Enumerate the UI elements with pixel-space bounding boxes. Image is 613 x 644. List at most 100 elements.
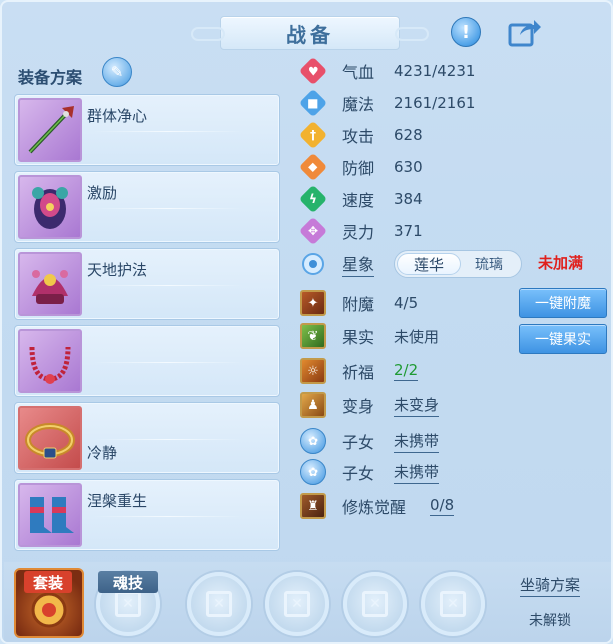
belt-icon: [25, 423, 75, 459]
armor-slot[interactable]: [18, 175, 82, 239]
lock-icon: ✕: [115, 591, 141, 617]
stat-label: 魔法: [342, 95, 375, 114]
blessing-icon: ☼: [300, 358, 326, 384]
stat-attack: † 攻击 628: [298, 120, 500, 150]
exclamation-icon: !: [451, 17, 481, 47]
staff-icon: [28, 106, 74, 154]
stat-value[interactable]: 2/2: [394, 361, 419, 381]
stat-label: 果实: [342, 328, 375, 347]
stat-label: 气血: [342, 63, 375, 82]
stat-label: 子女: [342, 464, 375, 483]
equip-name: 群体净心: [87, 107, 148, 125]
constellation-status: 未加满: [538, 254, 584, 272]
equip-slot-belt[interactable]: 冷静: [14, 402, 280, 474]
stat-value: 371: [394, 222, 423, 240]
necklace-slot[interactable]: [18, 329, 82, 393]
sword-icon: †: [298, 120, 328, 150]
equip-slot-armor[interactable]: 激励: [14, 171, 280, 243]
equip-name: 冷静: [87, 444, 118, 462]
equip-slot-weapon[interactable]: 群体净心: [14, 94, 280, 166]
locked-slot[interactable]: ✕: [343, 572, 407, 636]
shield-icon: ◆: [298, 152, 328, 182]
boots-slot[interactable]: [18, 483, 82, 547]
constellation-toggle[interactable]: 莲华 琉璃: [394, 250, 522, 278]
mount-scheme-link[interactable]: 坐骑方案: [520, 574, 581, 597]
edit-scheme-button[interactable]: ✎: [102, 57, 132, 87]
stat-value: 2161/2161: [394, 94, 476, 112]
one-click-fruit-button[interactable]: 一键果实: [519, 324, 607, 354]
stat-value: 4231/4231: [394, 62, 476, 80]
stat-value: 384: [394, 190, 423, 208]
mana-icon: ■: [298, 88, 328, 118]
divider: [93, 208, 243, 209]
equip-slot-boots[interactable]: 涅槃重生: [14, 479, 280, 551]
share-button[interactable]: [508, 15, 542, 49]
belt-slot[interactable]: [18, 406, 82, 470]
stat-label: 灵力: [342, 223, 375, 242]
equip-name: 激励: [87, 184, 118, 202]
toggle-option-glaze[interactable]: 琉璃: [461, 253, 517, 275]
soul-skill-label: 魂技: [98, 571, 158, 593]
stat-value[interactable]: 未携带: [394, 430, 440, 453]
child-row-2: ✿ 子女 未携带: [300, 458, 500, 486]
one-click-enchant-button[interactable]: 一键附魔: [519, 288, 607, 318]
locked-slot[interactable]: ✕: [187, 572, 251, 636]
boots-icon: [30, 497, 74, 533]
stat-label: 附魔: [342, 295, 375, 314]
stat-value: 未使用: [394, 327, 440, 346]
toggle-option-lotus[interactable]: 莲华: [397, 253, 461, 275]
stat-label: 修炼觉醒: [342, 498, 407, 517]
constellation-label[interactable]: 星象: [342, 251, 375, 277]
equip-scheme-label: 装备方案: [18, 68, 83, 87]
transform-row: ♟ 变身 未变身: [300, 391, 500, 419]
divider: [93, 285, 243, 286]
child-row-1: ✿ 子女 未携带: [300, 427, 500, 455]
stat-value[interactable]: 未携带: [394, 461, 440, 484]
stat-value: 630: [394, 158, 423, 176]
blessing-row: ☼ 祈福 2/2: [300, 357, 500, 385]
info-button[interactable]: !: [449, 15, 483, 49]
equip-name: 涅槃重生: [87, 492, 148, 510]
fruit-icon: ❦: [300, 323, 326, 349]
spirit-icon: ✥: [298, 216, 328, 246]
heart-icon: ♥: [298, 56, 328, 86]
stat-label: 攻击: [342, 127, 375, 146]
battle-prep-panel: 战备 ! 装备方案 ✎ 群体净心 激励 天地护法 冷静 涅槃重生 ♥ 气血 42…: [0, 0, 613, 644]
transform-icon: ♟: [300, 392, 326, 418]
locked-slot[interactable]: ✕: [265, 572, 329, 636]
weapon-slot[interactable]: [18, 98, 82, 162]
title-ribbon: 战备: [191, 16, 429, 50]
lock-icon: ✕: [284, 591, 310, 617]
stat-speed: ϟ 速度 384: [298, 184, 500, 214]
page-title: 战备: [286, 22, 334, 47]
divider: [93, 439, 243, 440]
stat-spirit: ✥ 灵力 371: [298, 216, 500, 246]
awaken-icon: ♜: [300, 493, 326, 519]
stat-value: 4/5: [394, 294, 419, 312]
paw-icon: ✿: [300, 428, 326, 454]
helmet-slot[interactable]: [18, 252, 82, 316]
fruit-row: ❦ 果实 未使用: [300, 322, 500, 350]
helmet-icon: [32, 270, 68, 304]
stat-label: 防御: [342, 159, 375, 178]
divider: [93, 362, 243, 363]
stat-value[interactable]: 未变身: [394, 394, 440, 417]
necklace-icon: [29, 346, 71, 384]
stat-label: 祈福: [342, 363, 375, 382]
stat-defense: ◆ 防御 630: [298, 152, 500, 182]
equip-slot-necklace[interactable]: [14, 325, 280, 397]
enchant-row: ✦ 附魔 4/5: [300, 289, 500, 317]
equip-name: 天地护法: [87, 261, 148, 279]
lock-icon: ✕: [206, 591, 232, 617]
locked-slot[interactable]: ✕: [421, 572, 485, 636]
share-icon: [508, 20, 541, 47]
title-ornament-right: [395, 27, 429, 41]
equip-slot-helmet[interactable]: 天地护法: [14, 248, 280, 320]
stat-label: 子女: [342, 433, 375, 452]
star-icon: [302, 253, 324, 275]
suit-label: 套装: [24, 571, 72, 593]
stat-mp: ■ 魔法 2161/2161: [298, 88, 500, 118]
stat-value[interactable]: 0/8: [430, 496, 455, 516]
pencil-icon: ✎: [110, 63, 124, 81]
mount-status: 未解锁: [529, 613, 571, 629]
